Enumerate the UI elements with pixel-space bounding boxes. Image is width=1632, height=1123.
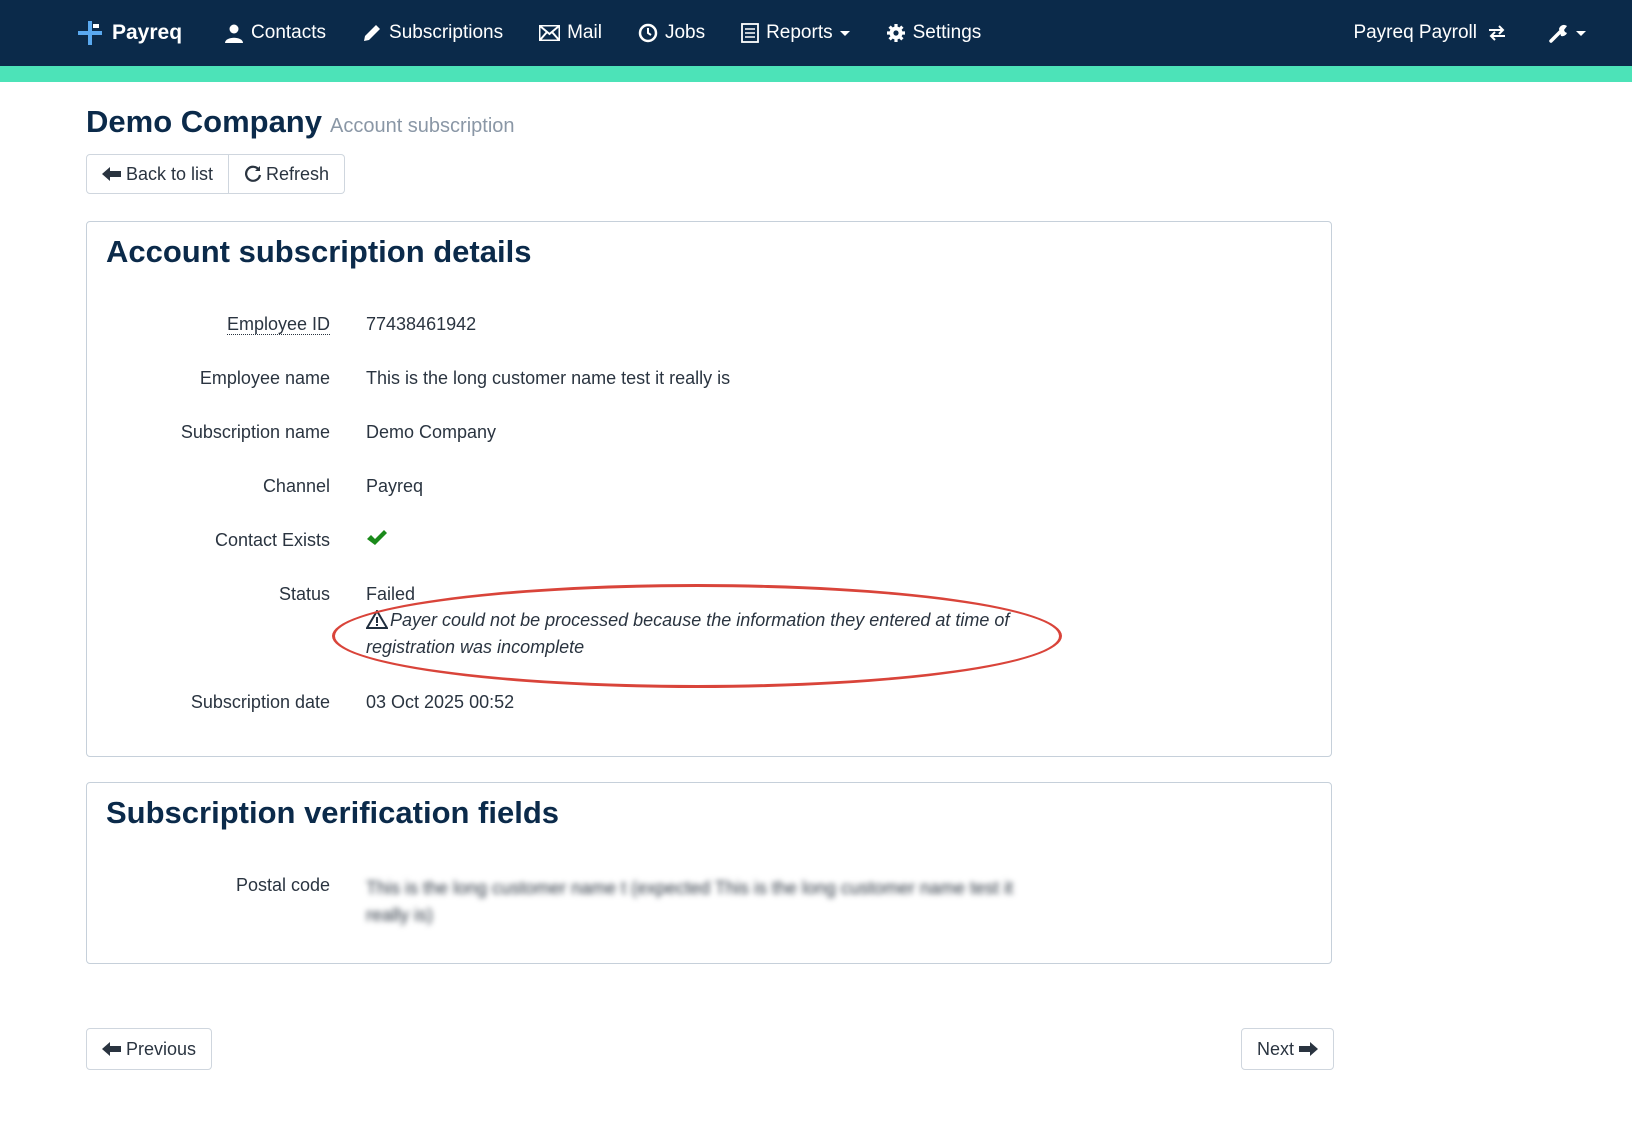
nav-mail-label: Mail	[567, 22, 602, 43]
page-header: Demo Company Account subscription	[86, 104, 515, 140]
checkmark-icon	[367, 530, 387, 545]
nav-mail[interactable]: Mail	[539, 22, 602, 44]
nav-subscriptions-label: Subscriptions	[389, 22, 504, 43]
nav-reports-label: Reports	[766, 22, 833, 43]
nav-jobs-label: Jobs	[664, 22, 706, 43]
previous-label: Previous	[126, 1038, 197, 1059]
back-to-list-button[interactable]: Back to list	[86, 154, 230, 194]
arrow-left-icon	[102, 167, 121, 181]
arrow-right-icon	[1299, 1042, 1319, 1056]
page-subtitle: Account subscription	[329, 115, 515, 137]
status-label: Status	[278, 584, 330, 604]
org-switcher[interactable]: Payreq Payroll	[1353, 22, 1507, 44]
nav-contacts[interactable]: Contacts	[224, 22, 326, 44]
arrow-left-icon	[102, 1042, 121, 1056]
next-button[interactable]: Next	[1241, 1028, 1335, 1070]
refresh-label: Refresh	[266, 163, 330, 184]
nav-jobs[interactable]: Jobs	[638, 22, 705, 44]
pencil-icon	[364, 25, 381, 41]
tools-dropdown[interactable]	[1549, 23, 1586, 43]
status-value: Failed	[366, 584, 416, 604]
nav-reports-dropdown[interactable]: Reports	[741, 22, 850, 44]
previous-button[interactable]: Previous	[86, 1028, 213, 1070]
subscription-verification-panel: Subscription verification fields Postal …	[86, 782, 1332, 964]
org-name: Payreq Payroll	[1353, 22, 1477, 43]
user-icon	[225, 24, 244, 43]
refresh-button[interactable]: Refresh	[229, 154, 346, 194]
subscription-date-value: 03 Oct 2025 00:52	[366, 692, 515, 712]
gear-icon	[886, 24, 905, 42]
channel-label: Channel	[262, 476, 330, 496]
accent-bar	[0, 66, 1632, 82]
chevron-down-icon	[1576, 30, 1586, 36]
subscription-name-label: Subscription name	[180, 422, 330, 442]
details-heading: Account subscription details	[106, 234, 532, 269]
brand-link[interactable]: Payreq	[76, 19, 182, 47]
subscription-date-label: Subscription date	[190, 692, 330, 712]
nav-settings-label: Settings	[912, 22, 982, 43]
header-button-group: Back to list Refresh	[86, 154, 346, 194]
annotation-ellipse	[332, 584, 1062, 688]
nav-subscriptions[interactable]: Subscriptions	[362, 22, 503, 44]
back-to-list-label: Back to list	[126, 163, 214, 184]
refresh-icon	[245, 165, 262, 182]
postal-code-label: Postal code	[235, 875, 330, 895]
wrench-icon	[1549, 24, 1567, 43]
employee-id-value: 77438461942	[366, 314, 477, 334]
brand-name: Payreq	[112, 21, 183, 44]
top-navbar: Payreq Contacts Subscriptions Mail Jobs …	[0, 0, 1632, 66]
contact-exists-label: Contact Exists	[214, 530, 330, 550]
chevron-down-icon	[839, 30, 850, 36]
switch-arrows-icon	[1489, 25, 1505, 41]
verification-heading: Subscription verification fields	[106, 795, 560, 830]
nav-contacts-label: Contacts	[251, 22, 327, 43]
page-title: Demo Company	[86, 104, 322, 139]
nav-settings[interactable]: Settings	[886, 22, 982, 44]
contact-exists-value	[366, 530, 388, 553]
postal-code-value: This is the long customer name t (expect…	[366, 878, 1013, 925]
next-label: Next	[1257, 1038, 1295, 1059]
employee-name-value: This is the long customer name test it r…	[366, 368, 731, 388]
subscription-name-value: Demo Company	[366, 422, 497, 442]
employee-name-label: Employee name	[199, 368, 330, 388]
employee-id-label-text: Employee ID	[226, 314, 330, 335]
envelope-icon	[539, 25, 561, 41]
clock-icon	[638, 23, 658, 43]
payreq-logo-icon	[78, 21, 102, 45]
list-icon	[741, 23, 759, 43]
channel-value: Payreq	[366, 476, 424, 496]
employee-id-label: Employee ID	[110, 314, 330, 335]
